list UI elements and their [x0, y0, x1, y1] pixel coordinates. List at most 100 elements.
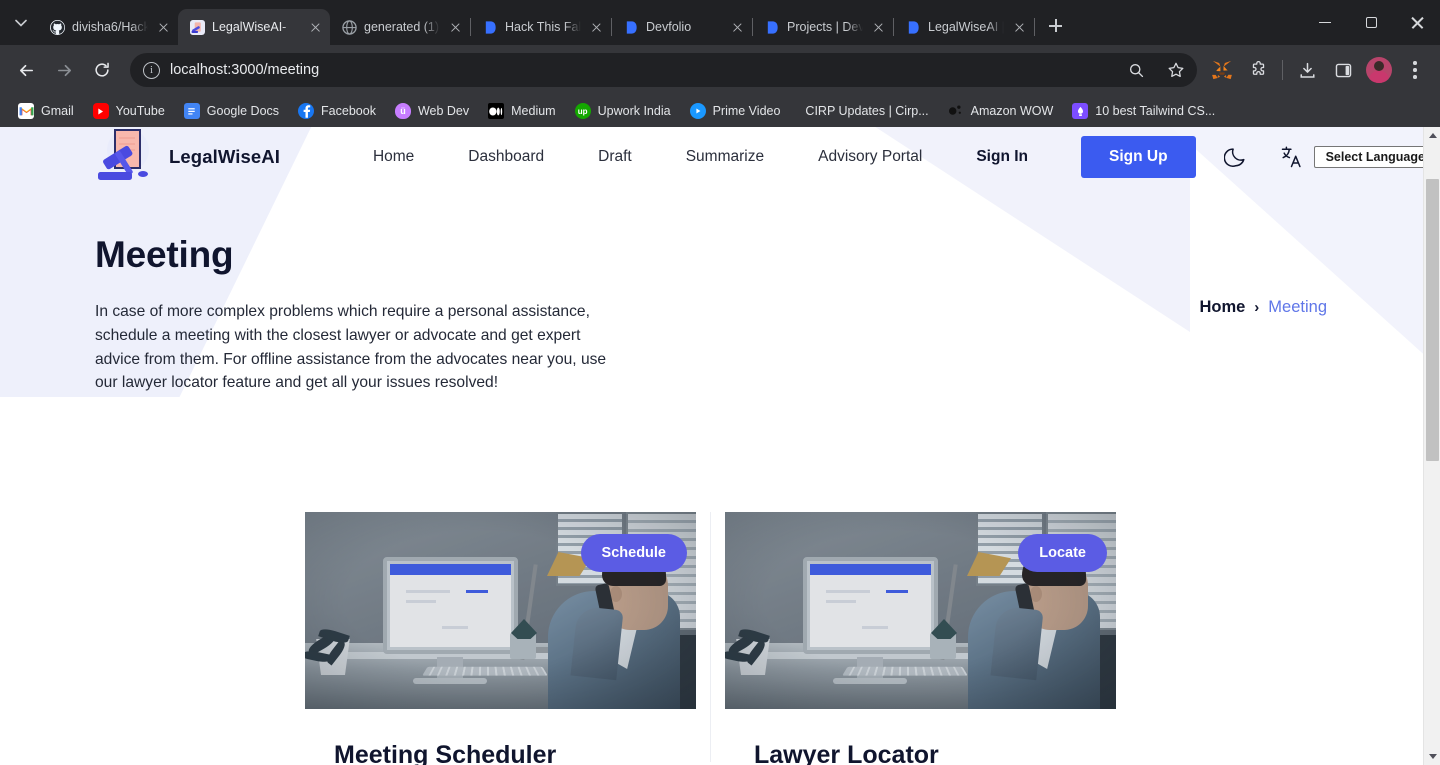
close-icon[interactable] — [1394, 0, 1440, 45]
nav-link-sign-in[interactable]: Sign In — [949, 148, 1055, 166]
site-navbar: LegalWiseAI Home Dashboard Draft Summari… — [0, 127, 1423, 187]
tab-title: Hack This Fall — [505, 20, 581, 34]
card-divider — [710, 512, 711, 762]
tab-strip: divisha6/Hack LegalWiseAI- generated (1)… — [0, 0, 1440, 45]
webdev-icon: ü — [394, 103, 411, 119]
page-viewport: LegalWiseAI Home Dashboard Draft Summari… — [0, 127, 1440, 765]
bookmark-label: YouTube — [115, 104, 165, 118]
card-image: Locate — [725, 512, 1116, 709]
tab-divider — [1034, 18, 1035, 36]
schedule-button[interactable]: Schedule — [580, 534, 687, 572]
tab-close-icon[interactable] — [729, 19, 746, 36]
browser-tab-2[interactable]: generated (1). — [330, 9, 470, 45]
new-tab-button[interactable] — [1041, 12, 1069, 40]
tab-close-icon[interactable] — [155, 19, 172, 36]
sign-up-button[interactable]: Sign Up — [1081, 136, 1196, 178]
card-lawyer-locator[interactable]: Locate Lawyer Locator — [710, 512, 1116, 765]
tab-title: LegalWiseAI- — [212, 20, 287, 34]
bookmark-amazon-wow[interactable]: Amazon WOW — [940, 99, 1062, 123]
browser-toolbar: i localhost:3000/meeting — [0, 45, 1440, 95]
bookmark-label: Gmail — [41, 104, 74, 118]
browser-tab-3[interactable]: Hack This Fall — [471, 9, 611, 45]
bookmarks-bar: Gmail YouTube Google Docs Facebook ü Web — [0, 95, 1440, 127]
metamask-fox-icon[interactable] — [1205, 53, 1239, 87]
chevron-right-icon: › — [1254, 299, 1260, 316]
bookmark-cirp-updates[interactable]: CIRP Updates | Cirp... — [791, 100, 936, 122]
nav-link-draft[interactable]: Draft — [571, 148, 659, 166]
browser-window: divisha6/Hack LegalWiseAI- generated (1)… — [0, 0, 1440, 765]
side-panel-icon[interactable] — [1326, 53, 1360, 87]
language-select[interactable]: Select Language — [1313, 146, 1423, 168]
avatar[interactable] — [1362, 53, 1396, 87]
site-nav-links: Home Dashboard Draft Summarize Advisory … — [346, 148, 1055, 166]
address-bar[interactable]: i localhost:3000/meeting — [130, 53, 1197, 87]
scroll-down-arrow-icon[interactable] — [1424, 748, 1440, 765]
star-icon[interactable] — [1161, 55, 1191, 85]
translate-icon[interactable] — [1280, 144, 1304, 170]
tab-close-icon[interactable] — [588, 19, 605, 36]
toolbar-divider — [1282, 60, 1283, 80]
bookmark-medium[interactable]: Medium — [480, 99, 563, 123]
bookmark-google-docs[interactable]: Google Docs — [176, 99, 287, 123]
breadcrumb: Home › Meeting — [1199, 298, 1327, 317]
card-meeting-scheduler[interactable]: Schedule Meeting Scheduler — [305, 512, 696, 765]
bookmark-gmail[interactable]: Gmail — [10, 99, 82, 123]
legalwise-icon — [189, 19, 205, 35]
scroll-up-arrow-icon[interactable] — [1424, 127, 1440, 144]
page-scrollbar[interactable] — [1423, 127, 1440, 765]
browser-tab-6[interactable]: LegalWiseAI | — [894, 9, 1034, 45]
back-arrow-icon[interactable] — [8, 52, 44, 88]
bookmark-label: CIRP Updates | Cirp... — [805, 104, 929, 118]
bookmark-web-dev[interactable]: ü Web Dev — [387, 99, 477, 123]
brand-logo[interactable]: LegalWiseAI — [95, 128, 280, 186]
nav-link-home[interactable]: Home — [346, 148, 441, 166]
nav-link-summarize[interactable]: Summarize — [659, 148, 791, 166]
devfolio-icon — [482, 19, 498, 35]
minimize-icon[interactable] — [1302, 0, 1348, 45]
amazon-wow-icon — [948, 103, 964, 119]
breadcrumb-home[interactable]: Home — [1199, 298, 1245, 317]
scrollbar-thumb[interactable] — [1426, 179, 1439, 461]
tab-close-icon[interactable] — [307, 19, 324, 36]
tab-close-icon[interactable] — [447, 19, 464, 36]
window-controls — [1302, 0, 1440, 45]
bookmark-label: Upwork India — [597, 104, 671, 118]
brand-name: LegalWiseAI — [169, 146, 280, 167]
youtube-icon — [92, 103, 109, 119]
prime-video-icon — [689, 103, 706, 119]
browser-tab-1[interactable]: LegalWiseAI- — [178, 9, 330, 45]
locate-button[interactable]: Locate — [1018, 534, 1107, 572]
card-image: Schedule — [305, 512, 696, 709]
browser-tab-5[interactable]: Projects | Dev — [753, 9, 893, 45]
bookmark-tailwind-css[interactable]: 10 best Tailwind CS... — [1064, 99, 1223, 123]
forward-arrow-icon[interactable] — [46, 52, 82, 88]
upwork-icon: up — [574, 103, 591, 119]
restore-icon[interactable] — [1348, 0, 1394, 45]
nav-link-advisory-portal[interactable]: Advisory Portal — [791, 148, 949, 166]
moon-icon[interactable] — [1223, 143, 1247, 171]
nav-link-dashboard[interactable]: Dashboard — [441, 148, 571, 166]
kebab-menu-icon[interactable] — [1398, 53, 1432, 87]
tab-close-icon[interactable] — [870, 19, 887, 36]
download-icon[interactable] — [1290, 53, 1324, 87]
tab-search-button[interactable] — [4, 8, 38, 38]
hero-paragraph: In case of more complex problems which r… — [95, 303, 607, 392]
devfolio-icon — [905, 19, 921, 35]
bookmark-facebook[interactable]: Facebook — [290, 99, 384, 123]
search-icon[interactable] — [1121, 55, 1151, 85]
bookmark-youtube[interactable]: YouTube — [85, 99, 173, 123]
info-icon[interactable]: i — [143, 61, 160, 79]
facebook-icon — [298, 103, 315, 119]
browser-tab-0[interactable]: divisha6/Hack — [38, 9, 178, 45]
browser-tab-4[interactable]: Devfolio — [612, 9, 752, 45]
tab-title: Projects | Dev — [787, 20, 863, 34]
github-icon — [49, 19, 65, 35]
tab-close-icon[interactable] — [1011, 19, 1028, 36]
reload-icon[interactable] — [84, 52, 120, 88]
bookmark-prime-video[interactable]: Prime Video — [682, 99, 789, 123]
google-docs-icon — [183, 103, 200, 119]
gmail-icon — [18, 103, 34, 119]
bookmark-upwork-india[interactable]: up Upwork India — [567, 99, 679, 123]
puzzle-icon[interactable] — [1241, 53, 1275, 87]
page-content: LegalWiseAI Home Dashboard Draft Summari… — [0, 127, 1423, 765]
